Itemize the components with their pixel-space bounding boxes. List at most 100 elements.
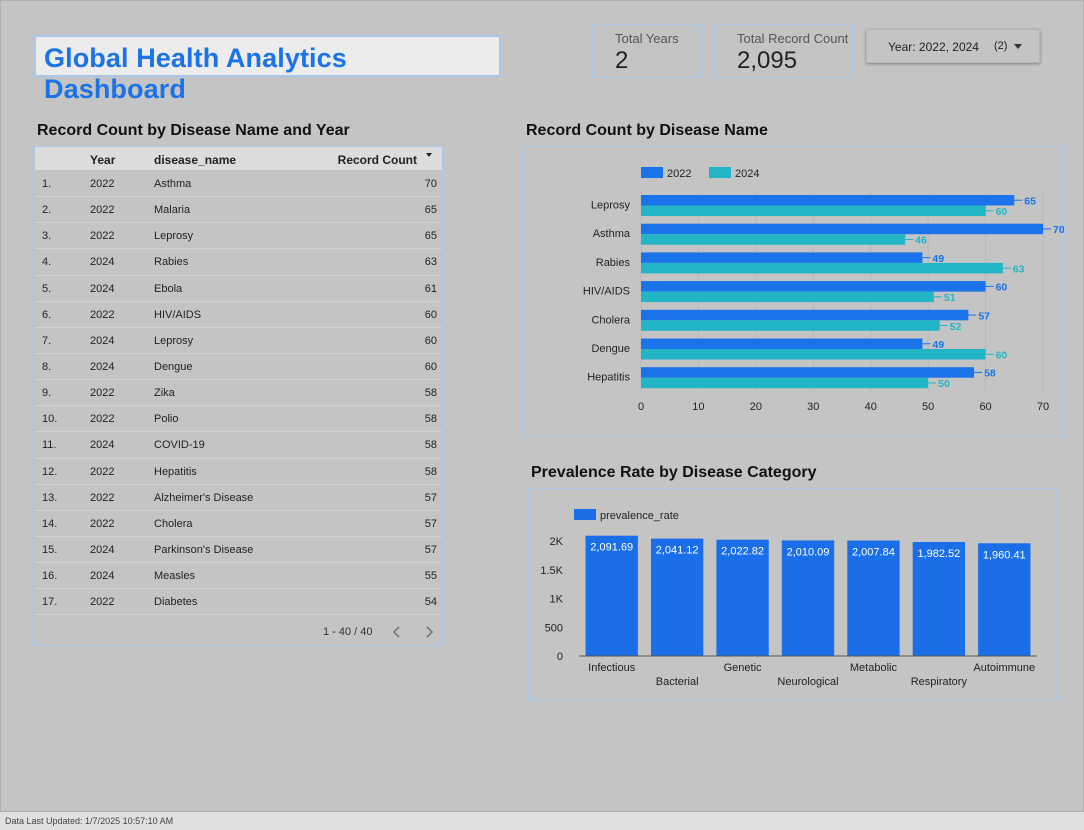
row-index: 3. bbox=[42, 230, 52, 243]
table-row[interactable]: 17. 2022 Diabetes 54 bbox=[35, 589, 442, 616]
row-index: 9. bbox=[42, 387, 52, 400]
table-row[interactable]: 9. 2022 Zika 58 bbox=[35, 380, 442, 407]
row-record-count: 57 bbox=[424, 491, 437, 504]
bar bbox=[641, 349, 986, 360]
row-disease-name: Hepatitis bbox=[154, 465, 197, 478]
row-disease-name: Leprosy bbox=[154, 334, 194, 347]
table-row[interactable]: 3. 2022 Leprosy 65 bbox=[35, 223, 442, 250]
category-label: Infectious bbox=[588, 662, 636, 674]
row-disease-name: Rabies bbox=[154, 256, 189, 269]
row-year: 2024 bbox=[90, 256, 115, 269]
row-year: 2022 bbox=[90, 204, 115, 217]
table-pagination: 1 - 40 / 40 bbox=[35, 617, 442, 645]
year-filter-dropdown[interactable]: Year: 2022, 2024 (2) bbox=[866, 29, 1040, 63]
y-tick-label: 1.5K bbox=[540, 565, 563, 577]
bar-chart-title: Record Count by Disease Name bbox=[526, 122, 768, 139]
table-row[interactable]: 10. 2022 Polio 58 bbox=[35, 406, 442, 433]
x-tick-label: 30 bbox=[807, 401, 819, 413]
chevron-left-icon[interactable] bbox=[389, 624, 405, 640]
table-row[interactable]: 7. 2024 Leprosy 60 bbox=[35, 328, 442, 354]
data-label: 65 bbox=[1024, 196, 1036, 208]
data-label: 2,091.69 bbox=[590, 542, 633, 554]
y-tick-label: 0 bbox=[557, 651, 563, 663]
row-index: 1. bbox=[42, 178, 52, 190]
x-tick-label: 60 bbox=[979, 401, 991, 413]
row-record-count: 63 bbox=[424, 256, 437, 269]
category-label: Autoimmune bbox=[973, 662, 1035, 674]
row-disease-name: Ebola bbox=[154, 282, 183, 295]
bar bbox=[641, 252, 923, 263]
category-label: Bacterial bbox=[656, 676, 699, 688]
row-record-count: 60 bbox=[424, 334, 437, 347]
y-tick-label: 1K bbox=[550, 594, 564, 606]
data-label: 60 bbox=[996, 350, 1008, 362]
row-disease-name: Cholera bbox=[154, 517, 193, 530]
row-record-count: 58 bbox=[424, 439, 437, 452]
category-label: Cholera bbox=[591, 314, 630, 326]
row-disease-name: Measles bbox=[154, 570, 195, 583]
table-row[interactable]: 12. 2022 Hepatitis 58 bbox=[35, 459, 442, 485]
data-label: 70 bbox=[1053, 224, 1064, 236]
table-row[interactable]: 14. 2022 Cholera 57 bbox=[35, 511, 442, 537]
data-label: 2,041.12 bbox=[656, 545, 699, 557]
row-record-count: 55 bbox=[424, 570, 437, 583]
record-count-bar-chart: 2022 2024 0 10 20 30 40 50 60 70 Leprosy 65 60 Asthma… bbox=[522, 146, 1065, 437]
row-disease-name: COVID-19 bbox=[154, 439, 205, 452]
bar bbox=[641, 262, 1003, 274]
prevalence-rate-column-chart: prevalence_rate 0 500 1K 1.5K 2K 2,091.69 Infec… bbox=[528, 488, 1059, 700]
table-row[interactable]: 5. 2024 Ebola 61 bbox=[35, 276, 442, 302]
row-disease-name: Dengue bbox=[154, 360, 193, 373]
table-row[interactable]: 13. 2022 Alzheimer's Disease 57 bbox=[35, 485, 442, 511]
table-row[interactable]: 1. 2022 Asthma 70 bbox=[35, 171, 442, 198]
row-disease-name: HIV/AIDS bbox=[154, 308, 202, 321]
x-tick-label: 20 bbox=[750, 401, 762, 413]
data-label: 2,007.84 bbox=[852, 547, 895, 559]
table-row[interactable]: 2. 2022 Malaria 65 bbox=[35, 197, 442, 224]
table-row[interactable]: 16. 2024 Measles 55 bbox=[35, 563, 442, 590]
year-filter-label: Year bbox=[888, 40, 913, 54]
y-tick-label: 500 bbox=[545, 622, 563, 634]
bar bbox=[641, 309, 969, 321]
table-body: 1. 2022 Asthma 70 2. 2022 Malaria 65 3. 2022 Lepro… bbox=[35, 171, 442, 616]
row-index: 13. bbox=[42, 491, 58, 504]
year-filter-value: : 2022, 2024 bbox=[912, 40, 979, 54]
scorecard-total-record-count[interactable]: Total Record Count 2,095 bbox=[714, 24, 853, 78]
row-record-count: 60 bbox=[424, 360, 437, 373]
row-index: 14. bbox=[42, 517, 58, 530]
row-record-count: 58 bbox=[424, 413, 437, 426]
legend-label: prevalence_rate bbox=[600, 510, 679, 522]
row-record-count: 58 bbox=[424, 465, 437, 478]
row-disease-name: Polio bbox=[154, 413, 179, 426]
dashboard-title-box: Global Health Analytics Dashboard bbox=[34, 35, 501, 104]
row-year: 2022 bbox=[90, 465, 115, 478]
row-index: 8. bbox=[42, 360, 52, 373]
column-header-year[interactable]: Year bbox=[90, 153, 115, 167]
data-label: 60 bbox=[996, 282, 1008, 294]
data-label: 57 bbox=[978, 310, 990, 322]
row-index: 10. bbox=[42, 413, 58, 426]
table-row[interactable]: 4. 2024 Rabies 63 bbox=[35, 249, 442, 276]
table-row[interactable]: 8. 2024 Dengue 60 bbox=[35, 354, 442, 381]
row-disease-name: Zika bbox=[154, 387, 175, 400]
row-year: 2024 bbox=[90, 282, 115, 295]
row-index: 11. bbox=[42, 439, 57, 452]
row-year: 2024 bbox=[90, 360, 115, 373]
row-index: 7. bbox=[42, 334, 52, 347]
dashboard-title: Global Health Analytics Dashboard bbox=[44, 43, 347, 104]
row-year: 2024 bbox=[90, 543, 115, 556]
record-count-table: Year disease_name Record Count 1. 2022 Ast… bbox=[34, 146, 443, 646]
column-header-disease-name[interactable]: disease_name bbox=[154, 153, 236, 167]
chevron-right-icon[interactable] bbox=[421, 624, 437, 640]
table-row[interactable]: 6. 2022 HIV/AIDS 60 bbox=[35, 302, 442, 328]
table-row[interactable]: 15. 2024 Parkinson's Disease 57 bbox=[35, 537, 442, 564]
column-chart-title: Prevalence Rate by Disease Category bbox=[531, 464, 817, 481]
row-year: 2024 bbox=[90, 334, 115, 347]
table-row[interactable]: 11. 2024 COVID-19 58 bbox=[35, 432, 442, 459]
sort-descending-icon[interactable] bbox=[426, 153, 432, 157]
scorecard-total-years[interactable]: Total Years 2 bbox=[592, 24, 701, 78]
category-label: Genetic bbox=[724, 662, 762, 674]
legend-label: 2022 bbox=[667, 168, 691, 180]
row-record-count: 57 bbox=[424, 517, 437, 530]
scorecard-value: 2,095 bbox=[737, 47, 798, 74]
column-header-record-count[interactable]: Record Count bbox=[338, 153, 417, 167]
